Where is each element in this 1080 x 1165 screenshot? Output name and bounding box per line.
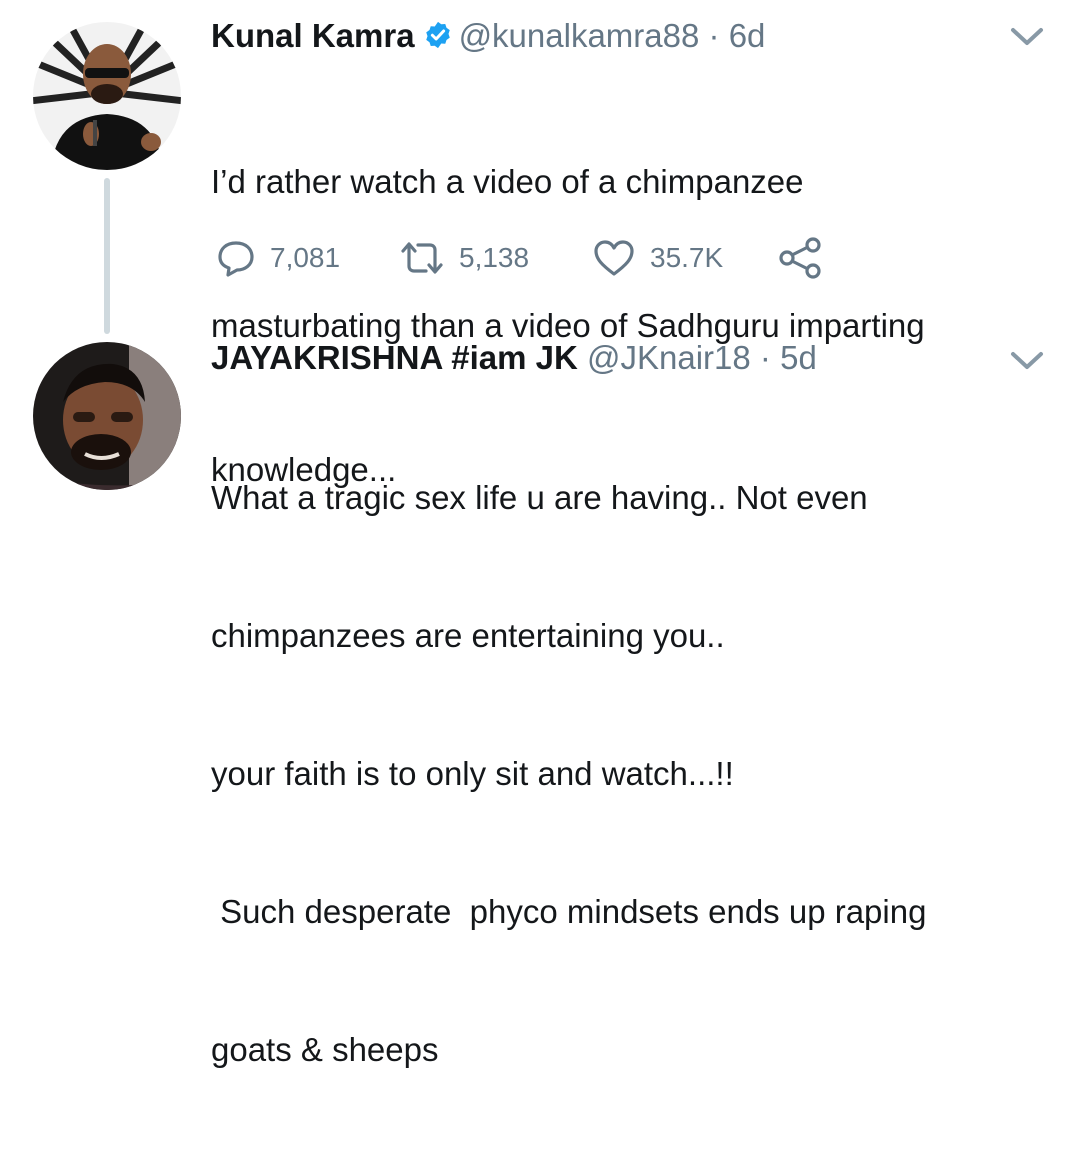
like-icon <box>594 240 634 276</box>
chevron-down-icon[interactable] <box>1010 350 1044 377</box>
reply-icon <box>218 241 254 277</box>
retweet-icon <box>401 242 443 274</box>
user-handle[interactable]: @JKnair18 <box>587 339 751 376</box>
retweet-button[interactable]: 5,138 <box>399 233 529 283</box>
separator-dot: · <box>708 17 720 54</box>
timestamp[interactable]: 6d <box>729 17 766 54</box>
retweet-count: 5,138 <box>459 242 530 273</box>
share-button[interactable] <box>778 233 822 283</box>
tweet-text-line: chimpanzees are entertaining you.. <box>211 617 725 654</box>
separator-dot: · <box>759 339 771 376</box>
verified-badge-icon <box>423 19 453 59</box>
tweet-text-line: What a tragic sex life u are having.. No… <box>211 479 868 516</box>
like-count: 35.7K <box>650 242 724 273</box>
user-handle[interactable]: @kunalkamra88 <box>459 17 700 54</box>
display-name[interactable]: Kunal Kamra <box>211 17 415 54</box>
tweet-text-line: your faith is to only sit and watch...!! <box>211 755 734 792</box>
tweet-header: JAYAKRISHNA #iam JK @JKnair18 · 5d <box>211 338 817 378</box>
chevron-down-icon[interactable] <box>1010 26 1044 53</box>
like-button[interactable]: 35.7K <box>592 233 723 283</box>
avatar[interactable] <box>33 342 181 490</box>
tweet-text: What a tragic sex life u are having.. No… <box>211 383 1041 1165</box>
timestamp[interactable]: 5d <box>780 339 817 376</box>
avatar[interactable] <box>33 22 181 170</box>
tweet-header: Kunal Kamra @kunalkamra88 · 6d <box>211 16 765 59</box>
reply-count: 7,081 <box>270 242 341 273</box>
tweet-kunal-kamra[interactable]: Kunal Kamra @kunalkamra88 · 6d I’d rather… <box>0 0 1080 488</box>
reply-button[interactable]: 7,081 <box>216 233 340 283</box>
tweet-text-line: I’d rather watch a video of a chimpanzee <box>211 163 804 200</box>
tweet-text-line: goats & sheeps <box>211 1031 439 1068</box>
share-icon <box>779 237 821 279</box>
display-name[interactable]: JAYAKRISHNA #iam JK <box>211 339 578 376</box>
tweet-jayakrishna[interactable]: JAYAKRISHNA #iam JK @JKnair18 · 5d What … <box>0 330 1080 1068</box>
tweet-text-line: Such desperate phyco mindsets ends up ra… <box>211 893 927 930</box>
